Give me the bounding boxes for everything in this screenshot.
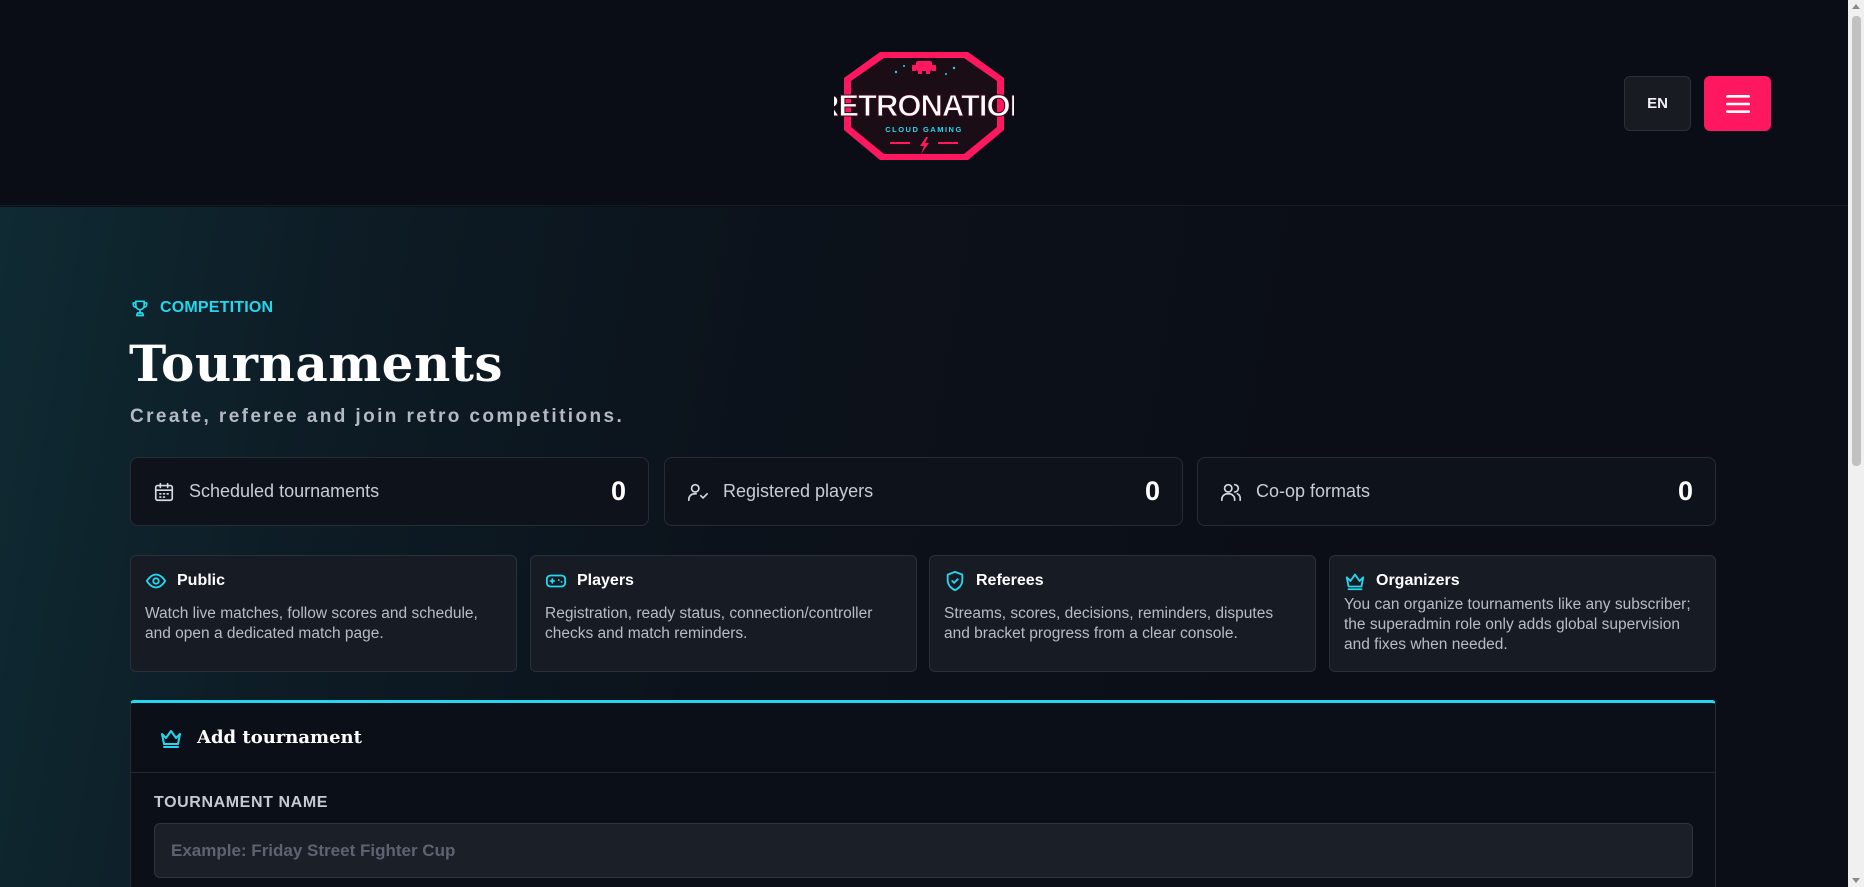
- stat-label: Co-op formats: [1256, 481, 1371, 501]
- stat-card-scheduled-tournaments: Scheduled tournaments 0: [130, 457, 649, 526]
- users-icon: [1220, 481, 1242, 503]
- calendar-icon: [153, 481, 175, 503]
- stat-value: 0: [610, 476, 626, 506]
- user-check-icon: [687, 481, 709, 503]
- logo-tagline: CLOUD GAMING: [885, 125, 963, 134]
- role-name: Organizers: [1376, 572, 1460, 589]
- shield-check-icon: [946, 570, 964, 592]
- page-title: Tournaments: [129, 334, 504, 393]
- menu-button[interactable]: [1704, 76, 1771, 131]
- form-title: Add tournament: [197, 727, 362, 748]
- gamepad-icon: [545, 574, 567, 588]
- tournament-name-input[interactable]: [154, 823, 1693, 878]
- stat-card-registered-players: Registered players 0: [664, 457, 1183, 526]
- add-tournament-form: Add tournament TOURNAMENT NAME: [130, 700, 1716, 887]
- form-header: Add tournament: [131, 703, 1715, 773]
- retronation-logo[interactable]: RETRONATION CLOUD GAMING: [834, 44, 1014, 168]
- trophy-icon: [132, 300, 148, 317]
- eyebrow-label: COMPETITION: [160, 299, 274, 316]
- hamburger-icon: [1725, 94, 1750, 113]
- role-name: Public: [177, 572, 226, 589]
- role-card-public: Public Watch live matches, follow scores…: [130, 555, 517, 672]
- scroll-up-icon[interactable]: [1852, 4, 1860, 9]
- stat-label: Registered players: [723, 481, 874, 501]
- stat-value: 0: [1144, 476, 1160, 506]
- stat-card-coop-formats: Co-op formats 0: [1197, 457, 1716, 526]
- page-subtitle: Create, referee and join retro competiti…: [130, 406, 625, 427]
- role-name: Players: [577, 572, 634, 589]
- page-scrollbar[interactable]: [1848, 0, 1864, 887]
- logo-text: RETRONATION: [834, 88, 1014, 123]
- language-button[interactable]: EN: [1624, 76, 1691, 131]
- scrollbar-thumb[interactable]: [1852, 16, 1861, 466]
- crown-icon: [1345, 573, 1365, 591]
- role-description: Watch live matches, follow scores and sc…: [145, 605, 478, 642]
- stat-value: 0: [1677, 476, 1693, 506]
- role-card-organizers: Organizers You can organize tournaments …: [1329, 555, 1716, 672]
- eye-icon: [145, 573, 167, 589]
- role-card-players: Players Registration, ready status, conn…: [530, 555, 917, 672]
- section-eyebrow: COMPETITION: [130, 297, 273, 319]
- crown-icon: [161, 729, 181, 748]
- stat-label: Scheduled tournaments: [189, 481, 380, 501]
- role-description: Streams, scores, decisions, reminders, d…: [944, 605, 1274, 642]
- tournament-name-label: TOURNAMENT NAME: [154, 794, 329, 811]
- role-name: Referees: [976, 572, 1044, 589]
- role-description: Registration, ready status, connection/c…: [545, 605, 873, 642]
- top-bar: RETRONATION CLOUD GAMING EN: [0, 0, 1848, 206]
- scroll-down-icon[interactable]: [1852, 878, 1860, 883]
- role-card-referees: Referees Streams, scores, decisions, rem…: [929, 555, 1316, 672]
- role-description: You can organize tournaments like any su…: [1344, 596, 1691, 653]
